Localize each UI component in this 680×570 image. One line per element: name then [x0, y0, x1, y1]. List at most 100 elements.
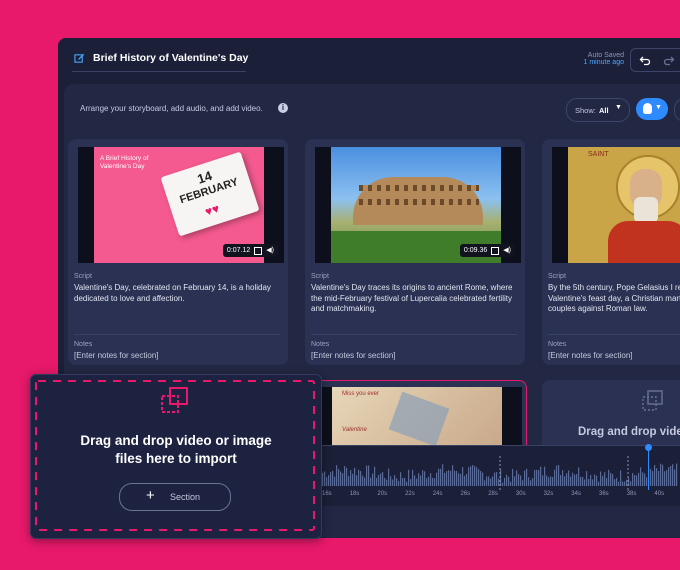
more-options-button[interactable] [674, 98, 680, 122]
waveform-bar [328, 475, 330, 486]
waveform-bar [662, 464, 664, 486]
timeline-tick-label: 40s [654, 491, 665, 497]
waveform-bar [654, 465, 656, 486]
waveform-bar [652, 471, 654, 486]
waveform-bar [580, 476, 582, 486]
fullscreen-icon[interactable] [491, 246, 500, 255]
audio-timeline[interactable]: 16s 18s 20s 22s 24s 26s 28s 30s 32s 34s 36s 38s 40s [320, 444, 680, 506]
add-section-button[interactable]: + Section [119, 483, 231, 511]
timeline-tick-label: 26s [460, 491, 471, 497]
script-label: Script [548, 273, 566, 280]
voiceover-button[interactable]: ▼ [636, 98, 668, 120]
card-thumbnail[interactable]: Miss you ever Valentine [316, 387, 522, 447]
notes-input[interactable]: [Enter notes for section] [74, 351, 159, 360]
waveform-bar [624, 481, 626, 486]
autosave-time: 1 minute ago [583, 59, 624, 66]
waveform-bar [508, 476, 510, 486]
notes-input[interactable]: [Enter notes for section] [548, 351, 633, 360]
waveform-bar [622, 481, 624, 486]
waveform-bar [564, 476, 566, 486]
chevron-down-icon: ▼ [655, 104, 662, 111]
waveform-bar [660, 463, 662, 486]
fullscreen-icon[interactable] [254, 246, 263, 255]
waveform-bar [322, 472, 324, 486]
waveform-bar [382, 472, 384, 486]
edit-icon [74, 53, 85, 63]
redo-icon[interactable] [663, 54, 675, 66]
timeline-tick-label: 32s [543, 491, 554, 497]
waveform-bar [464, 475, 466, 486]
storyboard-card[interactable]: SAINT Script By the 5th century, Pope Ge… [542, 139, 680, 365]
waveform-bar [390, 476, 392, 486]
arches-row [359, 199, 479, 205]
notes-label: Notes [311, 341, 330, 348]
info-icon[interactable]: i [278, 103, 288, 113]
project-title-field[interactable]: Brief History of Valentine's Day [74, 52, 248, 64]
waveform-bar [674, 469, 676, 486]
waveform-bar [612, 474, 614, 486]
drop-instructions-line2: files here to import [115, 451, 237, 466]
waveform-bar [458, 473, 460, 486]
waveform-bar [614, 479, 616, 486]
waveform-bar [402, 478, 404, 486]
waveform-bar [598, 481, 600, 486]
show-filter-dropdown[interactable]: Show: All ▼ [566, 98, 630, 122]
waveform-bar [488, 476, 490, 486]
waveform-bar [436, 472, 438, 486]
waveform-bar [446, 471, 448, 486]
waveform-bar [364, 477, 366, 486]
waveform-bar [602, 475, 604, 486]
timeline-tick-label: 22s [405, 491, 415, 497]
waveform-bar [562, 470, 564, 486]
script-text[interactable]: By the 5th century, Pope Gelasius I repl… [548, 283, 680, 315]
waveform-bar [340, 471, 342, 486]
waveform-bar [372, 473, 374, 486]
volume-icon[interactable]: ◀) [266, 244, 274, 257]
waveform-bar [630, 481, 632, 486]
playhead-handle[interactable] [645, 444, 652, 451]
divider [311, 334, 517, 335]
waveform-bar [476, 467, 478, 486]
waveform-bar [592, 479, 594, 486]
waveform-bar [504, 477, 506, 486]
waveform-bar [572, 472, 574, 486]
waveform-bar [524, 470, 526, 486]
waveform-bar [380, 473, 382, 486]
volume-icon[interactable]: ◀) [503, 244, 511, 257]
card-thumbnail[interactable]: SAINT [552, 147, 680, 263]
notes-input[interactable]: [Enter notes for section] [311, 351, 396, 360]
waveform-bar [506, 474, 508, 486]
waveform-bar [356, 475, 358, 486]
waveform-bar [618, 481, 620, 486]
thumbnail-title: A Brief History of Valentine's Day [100, 155, 149, 170]
undo-icon[interactable] [639, 54, 651, 66]
calendar-block: 14 FEBRUARY ♥♥ [160, 151, 260, 237]
waveform-bar [486, 476, 488, 486]
waveform-bar [600, 471, 602, 486]
card-thumbnail[interactable]: 0:09.36 ◀) [315, 147, 521, 263]
import-drop-zone[interactable]: Drag and drop video or image files here … [30, 374, 322, 539]
audio-waveform[interactable] [320, 456, 680, 496]
script-text[interactable]: Valentine's Day, celebrated on February … [74, 283, 280, 304]
waveform-bar [404, 478, 406, 486]
waveform-bar [668, 467, 670, 486]
waveform-bar [430, 473, 432, 486]
waveform-bar [428, 476, 430, 486]
waveform-bar [398, 480, 400, 486]
playhead[interactable] [648, 446, 649, 490]
storyboard-card[interactable]: A Brief History of Valentine's Day 14 FE… [68, 139, 288, 365]
waveform-bar [338, 469, 340, 486]
waveform-bar [522, 480, 524, 486]
waveform-bar [656, 468, 658, 486]
plus-icon: + [146, 487, 155, 504]
card-thumbnail[interactable]: A Brief History of Valentine's Day 14 FE… [78, 147, 284, 263]
waveform-bar [452, 465, 454, 486]
waveform-bar [400, 472, 402, 486]
heart-icon: ♥♥ [203, 201, 222, 219]
storyboard-card[interactable]: 0:09.36 ◀) Script Valentine's Day traces… [305, 139, 525, 365]
script-text[interactable]: Valentine's Day traces its origins to an… [311, 283, 517, 315]
project-title[interactable]: Brief History of Valentine's Day [93, 52, 248, 64]
duration-text: 0:09.36 [463, 247, 488, 254]
saint-image: SAINT [568, 147, 680, 263]
waveform-bar [540, 466, 542, 486]
